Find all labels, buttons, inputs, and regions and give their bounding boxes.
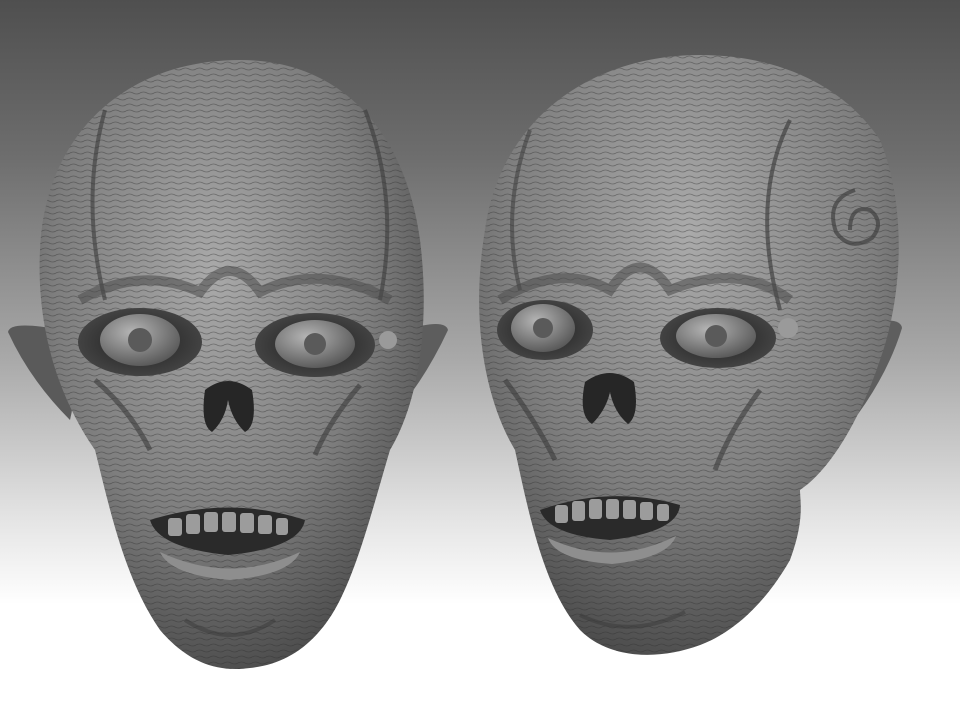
iris-right	[705, 325, 727, 347]
sculpt-render	[8, 55, 902, 670]
render-viewport	[0, 0, 960, 720]
temple-bump	[379, 331, 397, 349]
head-left	[8, 60, 448, 670]
iris-left	[128, 328, 152, 352]
head-right	[479, 55, 902, 655]
temple-bump	[778, 318, 798, 338]
iris-left	[533, 318, 553, 338]
iris-right	[304, 333, 326, 355]
